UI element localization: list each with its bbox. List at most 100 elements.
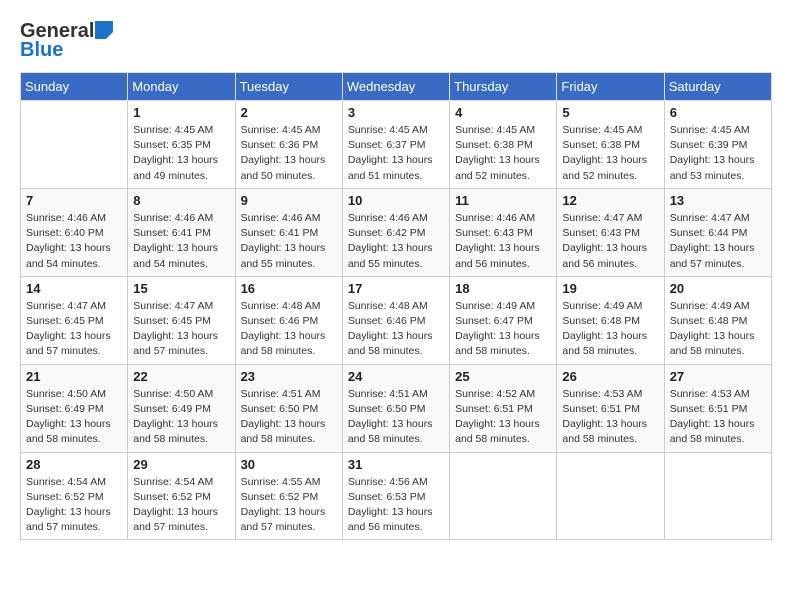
- day-info: Sunrise: 4:50 AMSunset: 6:49 PMDaylight:…: [26, 387, 122, 448]
- calendar-cell: 5 Sunrise: 4:45 AMSunset: 6:38 PMDaylight…: [557, 101, 664, 189]
- logo-icon: [95, 21, 113, 39]
- calendar-cell: 13Sunrise: 4:47 AMSunset: 6:44 PMDayligh…: [664, 188, 771, 276]
- day-number: 6: [670, 105, 766, 120]
- day-number: 10: [348, 193, 444, 208]
- calendar-cell: 18 Sunrise: 4:49 AMSunset: 6:47 PMDayligh…: [450, 276, 557, 364]
- day-number: 5: [562, 105, 658, 120]
- day-number: 25: [455, 369, 551, 384]
- day-info: Sunrise: 4:53 AMSunset: 6:51 PMDaylight:…: [670, 387, 766, 448]
- day-number: 28: [26, 457, 122, 472]
- calendar-cell: 11Sunrise: 4:46 AMSunset: 6:43 PMDayligh…: [450, 188, 557, 276]
- day-number: 8: [133, 193, 229, 208]
- calendar-cell: 20 Sunrise: 4:49 AMSunset: 6:48 PMDayligh…: [664, 276, 771, 364]
- day-number: 29: [133, 457, 229, 472]
- day-info: Sunrise: 4:56 AMSunset: 6:53 PMDaylight:…: [348, 475, 444, 536]
- calendar-cell: [664, 452, 771, 540]
- calendar-day-header: Tuesday: [235, 73, 342, 101]
- day-number: 22: [133, 369, 229, 384]
- calendar-cell: 10 Sunrise: 4:46 AMSunset: 6:42 PMDayligh…: [342, 188, 449, 276]
- day-info: Sunrise: 4:47 AMSunset: 6:43 PMDaylight:…: [562, 211, 658, 272]
- calendar-day-header: Friday: [557, 73, 664, 101]
- day-number: 4: [455, 105, 551, 120]
- calendar-day-header: Sunday: [21, 73, 128, 101]
- day-number: 31: [348, 457, 444, 472]
- calendar-day-header: Thursday: [450, 73, 557, 101]
- calendar-header-row: SundayMondayTuesdayWednesdayThursdayFrid…: [21, 73, 772, 101]
- day-info: Sunrise: 4:49 AMSunset: 6:47 PMDaylight:…: [455, 299, 551, 360]
- header: General Blue: [20, 20, 772, 62]
- calendar-cell: 30Sunrise: 4:55 AMSunset: 6:52 PMDayligh…: [235, 452, 342, 540]
- calendar-cell: 14 Sunrise: 4:47 AMSunset: 6:45 PMDayligh…: [21, 276, 128, 364]
- calendar-week-row: 7 Sunrise: 4:46 AMSunset: 6:40 PMDaylight…: [21, 188, 772, 276]
- day-info: Sunrise: 4:46 AMSunset: 6:41 PMDaylight:…: [133, 211, 229, 272]
- calendar-cell: 22Sunrise: 4:50 AMSunset: 6:49 PMDayligh…: [128, 364, 235, 452]
- calendar-cell: 15Sunrise: 4:47 AMSunset: 6:45 PMDayligh…: [128, 276, 235, 364]
- calendar-table: SundayMondayTuesdayWednesdayThursdayFrid…: [20, 72, 772, 540]
- day-info: Sunrise: 4:45 AMSunset: 6:38 PMDaylight:…: [562, 123, 658, 184]
- day-info: Sunrise: 4:49 AMSunset: 6:48 PMDaylight:…: [562, 299, 658, 360]
- day-number: 9: [241, 193, 337, 208]
- calendar-cell: 6 Sunrise: 4:45 AMSunset: 6:39 PMDaylight…: [664, 101, 771, 189]
- day-info: Sunrise: 4:47 AMSunset: 6:45 PMDaylight:…: [133, 299, 229, 360]
- day-number: 2: [241, 105, 337, 120]
- calendar-cell: 21 Sunrise: 4:50 AMSunset: 6:49 PMDayligh…: [21, 364, 128, 452]
- calendar-cell: 17Sunrise: 4:48 AMSunset: 6:46 PMDayligh…: [342, 276, 449, 364]
- calendar-cell: 26Sunrise: 4:53 AMSunset: 6:51 PMDayligh…: [557, 364, 664, 452]
- calendar-cell: 9 Sunrise: 4:46 AMSunset: 6:41 PMDaylight…: [235, 188, 342, 276]
- logo: General Blue: [20, 20, 113, 62]
- day-info: Sunrise: 4:51 AMSunset: 6:50 PMDaylight:…: [241, 387, 337, 448]
- day-number: 16: [241, 281, 337, 296]
- day-info: Sunrise: 4:46 AMSunset: 6:42 PMDaylight:…: [348, 211, 444, 272]
- day-info: Sunrise: 4:47 AMSunset: 6:44 PMDaylight:…: [670, 211, 766, 272]
- day-info: Sunrise: 4:45 AMSunset: 6:39 PMDaylight:…: [670, 123, 766, 184]
- calendar-cell: 8 Sunrise: 4:46 AMSunset: 6:41 PMDaylight…: [128, 188, 235, 276]
- calendar-cell: 23 Sunrise: 4:51 AMSunset: 6:50 PMDayligh…: [235, 364, 342, 452]
- day-number: 21: [26, 369, 122, 384]
- day-number: 14: [26, 281, 122, 296]
- day-number: 7: [26, 193, 122, 208]
- day-info: Sunrise: 4:45 AMSunset: 6:38 PMDaylight:…: [455, 123, 551, 184]
- calendar-cell: 16 Sunrise: 4:48 AMSunset: 6:46 PMDayligh…: [235, 276, 342, 364]
- day-number: 18: [455, 281, 551, 296]
- calendar-cell: 1 Sunrise: 4:45 AMSunset: 6:35 PMDaylight…: [128, 101, 235, 189]
- day-info: Sunrise: 4:54 AMSunset: 6:52 PMDaylight:…: [133, 475, 229, 536]
- calendar-day-header: Monday: [128, 73, 235, 101]
- day-number: 30: [241, 457, 337, 472]
- day-number: 12: [562, 193, 658, 208]
- day-number: 26: [562, 369, 658, 384]
- calendar-cell: 19 Sunrise: 4:49 AMSunset: 6:48 PMDayligh…: [557, 276, 664, 364]
- day-info: Sunrise: 4:47 AMSunset: 6:45 PMDaylight:…: [26, 299, 122, 360]
- calendar-day-header: Saturday: [664, 73, 771, 101]
- calendar-cell: 24 Sunrise: 4:51 AMSunset: 6:50 PMDayligh…: [342, 364, 449, 452]
- calendar-cell: 7 Sunrise: 4:46 AMSunset: 6:40 PMDaylight…: [21, 188, 128, 276]
- day-info: Sunrise: 4:49 AMSunset: 6:48 PMDaylight:…: [670, 299, 766, 360]
- day-info: Sunrise: 4:45 AMSunset: 6:35 PMDaylight:…: [133, 123, 229, 184]
- day-number: 17: [348, 281, 444, 296]
- day-number: 24: [348, 369, 444, 384]
- day-info: Sunrise: 4:52 AMSunset: 6:51 PMDaylight:…: [455, 387, 551, 448]
- calendar-cell: 28 Sunrise: 4:54 AMSunset: 6:52 PMDayligh…: [21, 452, 128, 540]
- day-info: Sunrise: 4:48 AMSunset: 6:46 PMDaylight:…: [241, 299, 337, 360]
- logo-blue-text: Blue: [20, 39, 63, 62]
- calendar-cell: 27Sunrise: 4:53 AMSunset: 6:51 PMDayligh…: [664, 364, 771, 452]
- calendar-cell: 4 Sunrise: 4:45 AMSunset: 6:38 PMDaylight…: [450, 101, 557, 189]
- day-number: 1: [133, 105, 229, 120]
- calendar-cell: [21, 101, 128, 189]
- calendar-week-row: 1 Sunrise: 4:45 AMSunset: 6:35 PMDaylight…: [21, 101, 772, 189]
- day-info: Sunrise: 4:46 AMSunset: 6:43 PMDaylight:…: [455, 211, 551, 272]
- calendar-cell: 29 Sunrise: 4:54 AMSunset: 6:52 PMDayligh…: [128, 452, 235, 540]
- calendar-cell: 2 Sunrise: 4:45 AMSunset: 6:36 PMDaylight…: [235, 101, 342, 189]
- day-number: 23: [241, 369, 337, 384]
- day-info: Sunrise: 4:46 AMSunset: 6:41 PMDaylight:…: [241, 211, 337, 272]
- day-info: Sunrise: 4:51 AMSunset: 6:50 PMDaylight:…: [348, 387, 444, 448]
- day-info: Sunrise: 4:45 AMSunset: 6:36 PMDaylight:…: [241, 123, 337, 184]
- day-number: 20: [670, 281, 766, 296]
- day-info: Sunrise: 4:46 AMSunset: 6:40 PMDaylight:…: [26, 211, 122, 272]
- day-number: 19: [562, 281, 658, 296]
- calendar-cell: [557, 452, 664, 540]
- calendar-cell: 31 Sunrise: 4:56 AMSunset: 6:53 PMDayligh…: [342, 452, 449, 540]
- day-info: Sunrise: 4:54 AMSunset: 6:52 PMDaylight:…: [26, 475, 122, 536]
- calendar-cell: 25 Sunrise: 4:52 AMSunset: 6:51 PMDayligh…: [450, 364, 557, 452]
- calendar-cell: [450, 452, 557, 540]
- calendar-day-header: Wednesday: [342, 73, 449, 101]
